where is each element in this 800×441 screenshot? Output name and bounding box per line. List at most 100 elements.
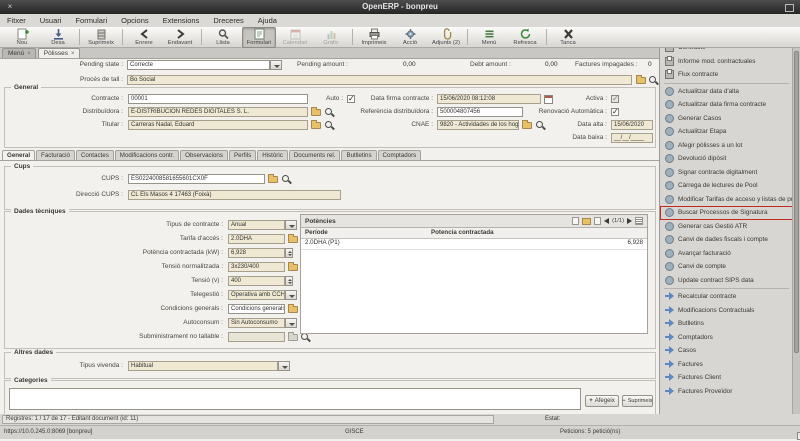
form-view-button[interactable]: Formulari [242,26,276,48]
sidebar-item-flux-contracte[interactable]: Flux contracte [660,68,793,82]
sidebar-item-signar-contracte[interactable]: Signar contracte digitalment [660,166,793,180]
tab-comptadors[interactable]: Comptadors [377,150,422,160]
tab-menu[interactable]: Menú × [2,48,36,58]
spinner-icon[interactable] [285,276,293,286]
potencies-row[interactable]: 2.0DHA (P1) 6,928 [301,238,647,250]
refresh-button[interactable]: Refresca [508,27,542,48]
sidebar-item-modificar-tarifas[interactable]: Modificar Tarifas de acceso y listas de … [660,193,793,207]
folder-icon[interactable] [522,120,532,129]
delete-record-icon[interactable] [594,217,602,225]
folder-icon[interactable] [288,262,298,271]
tab-historic[interactable]: Històric [257,150,288,160]
forward-button[interactable]: Endavant [163,27,197,48]
menu-opcions[interactable]: Opcions [114,16,156,25]
tab-modificacions[interactable]: Modificacions contr. [114,150,180,160]
sidebar-item-avancar-facturacio[interactable]: Avançar facturació [660,247,793,261]
search-icon[interactable] [301,333,310,342]
search-icon[interactable] [282,175,291,184]
sidebar-item-factures-client[interactable]: Factures Client [660,371,793,385]
menu-extensions[interactable]: Extensions [156,16,207,25]
chevron-down-icon[interactable] [285,290,297,300]
graph-view-button[interactable]: Gràfic [314,27,348,48]
menu-formulari[interactable]: Formulari [68,16,114,25]
chevron-down-icon[interactable] [285,220,297,230]
menu-button[interactable]: Menú [472,27,506,48]
sidebar-item-actualitzar-data-firma[interactable]: Actualitzar data firma contracte [660,98,793,112]
chevron-down-icon[interactable] [285,318,297,328]
folder-icon[interactable] [311,107,321,116]
list-view-button[interactable]: Llista [206,27,240,48]
calendar-view-button[interactable]: Calendari [278,27,312,48]
switch-view-icon[interactable] [635,217,643,225]
back-button[interactable]: Enrere [127,27,161,48]
folder-icon[interactable] [288,304,298,313]
sidebar-item-afegir-polisses[interactable]: Afegir pòlisses a un lot [660,139,793,153]
chevron-down-icon[interactable] [278,361,290,371]
previous-record-icon[interactable] [604,218,610,224]
close-icon[interactable]: × [27,51,31,57]
renovacio-checkbox[interactable] [611,107,619,116]
print-button[interactable]: Imprimeix [357,27,391,48]
sidebar-item-factures-proveidor[interactable]: Factures Proveïdor [660,385,793,399]
open-record-icon[interactable] [582,217,592,225]
sidebar-scrollbar[interactable] [792,48,800,414]
add-category-button[interactable]: + Afegeix [585,395,619,407]
sidebar-item-canvi-de-compte[interactable]: Canvi de compte [660,260,793,274]
folder-icon[interactable] [268,174,278,183]
sidebar-item-comptadors[interactable]: Comptadors [660,331,793,345]
sidebar-item-actualitzar-etapa[interactable]: Actualitzar Etapa [660,125,793,139]
sidebar-item-modificacions-contractuals[interactable]: Modificacions Contractuals [660,304,793,318]
search-icon[interactable] [536,121,545,130]
remove-category-button[interactable]: − Suprimeix [622,395,653,407]
menu-usuari[interactable]: Usuari [33,16,69,25]
cups-field[interactable]: ES0224008581655601CX0F [128,174,265,184]
tab-polisses[interactable]: Pòlisses × [37,48,80,58]
close-icon[interactable]: × [71,51,75,57]
sidebar-item-butlletins[interactable]: Butlletins [660,317,793,331]
condicions-generals-field[interactable]: Condicions generals català [228,304,285,314]
contracte-field[interactable]: 00001 [128,94,308,104]
search-icon[interactable] [325,108,334,117]
spinner-icon[interactable] [285,248,293,258]
pending-state-field[interactable]: Correcte [127,60,270,70]
new-record-icon[interactable] [572,217,580,225]
folder-icon[interactable] [311,120,321,129]
tab-butlletins[interactable]: Butlletins [341,150,377,160]
window-restore-icon[interactable] [785,4,794,12]
tab-perfils[interactable]: Perfils [228,150,257,160]
tab-documents[interactable]: Documents rel. [288,150,341,160]
menu-ajuda[interactable]: Ajuda [251,16,284,25]
tab-facturacio[interactable]: Facturació [36,150,75,160]
calendar-picker-icon[interactable] [544,95,553,104]
sidebar-item-buscar-processos-signatura[interactable]: Buscar Processos de Signatura [660,206,793,220]
delete-button[interactable]: Suprimeix [84,27,118,48]
folder-icon[interactable] [636,75,646,84]
menu-dreceres[interactable]: Dreceres [206,16,250,25]
sidebar-item-update-sips[interactable]: Update contract SIPS data [660,274,793,288]
tab-contactes[interactable]: Contactes [75,150,114,160]
menu-fitxer[interactable]: Fitxer [0,16,33,25]
auto-checkbox[interactable] [347,94,355,103]
action-button[interactable]: Acció [393,27,427,48]
folder-icon[interactable] [288,234,298,243]
search-icon[interactable] [649,76,658,85]
sidebar-item-canvi-dades-fiscals[interactable]: Canvi de dades fiscals i compte [660,233,793,247]
categories-list[interactable] [9,388,581,410]
sidebar-item-factures[interactable]: Factures [660,358,793,372]
attachments-button[interactable]: Adjunts (2) [429,27,463,48]
tab-observacions[interactable]: Observacions [180,150,228,160]
search-icon[interactable] [325,121,334,130]
sidebar-item-actualitzar-data-alta[interactable]: Actualitzar data d'alta [660,85,793,99]
next-record-icon[interactable] [627,218,632,224]
sidebar-item-recalcular-contracte[interactable]: Recalcular contracte [660,290,793,304]
new-button[interactable]: Nou [5,27,39,48]
sidebar-item-devolucio-diposit[interactable]: Devolució dipòsit [660,152,793,166]
sidebar-item-casos[interactable]: Casos [660,344,793,358]
scrollbar-thumb[interactable] [794,51,799,353]
referencia-field[interactable]: 500004807456 [437,107,523,117]
tab-general[interactable]: General [2,150,36,160]
save-button[interactable]: Desa [41,27,75,48]
chevron-down-icon[interactable] [270,60,282,70]
sidebar-item-generar-casos[interactable]: Generar Casos [660,112,793,126]
sidebar-item-generar-cas-atr[interactable]: Generar cas Gestió ATR [660,220,793,234]
